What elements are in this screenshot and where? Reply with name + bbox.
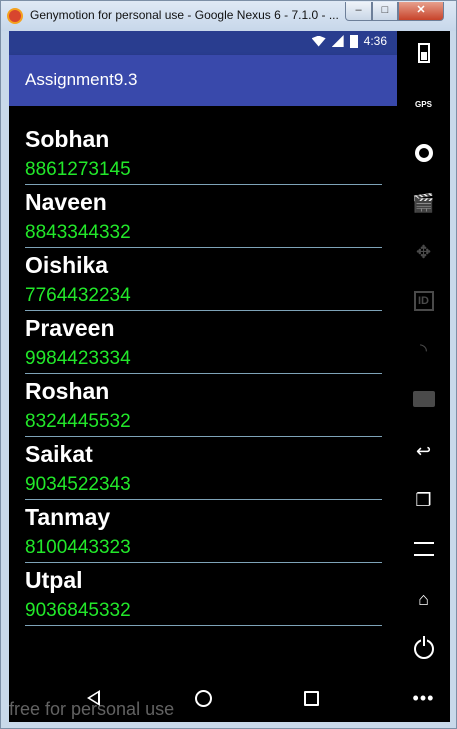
id-icon: ID: [413, 291, 434, 311]
webcam-widget-button[interactable]: [403, 137, 444, 169]
battery-icon: [349, 34, 358, 48]
home-icon: ⌂: [418, 588, 429, 609]
window-title: Genymotion for personal use - Google Nex…: [30, 8, 339, 22]
power-button[interactable]: [403, 633, 444, 665]
emulator-toolbar: GPS 🎬 ✥ ID ◝ ↩ ❐ ⌂ •••: [397, 31, 450, 722]
contact-phone: 8100443323: [25, 537, 131, 558]
contact-item[interactable]: Oishika 7764432234: [25, 248, 382, 311]
emulator-window: Genymotion for personal use - Google Nex…: [0, 0, 457, 729]
maximize-button[interactable]: □: [372, 2, 398, 21]
sms-widget-button[interactable]: [403, 383, 444, 415]
clapperboard-icon: 🎬: [412, 192, 435, 213]
contact-name: Praveen: [25, 315, 115, 341]
webcam-icon: [414, 144, 433, 162]
contact-name: Saikat: [25, 441, 93, 467]
back-button[interactable]: ↩: [403, 435, 444, 467]
window-titlebar[interactable]: Genymotion for personal use - Google Nex…: [1, 1, 456, 31]
rss-icon: ◝: [420, 339, 427, 360]
app-title: Assignment9.3: [25, 70, 138, 89]
dpad-icon: ✥: [415, 241, 432, 262]
gps-widget-button[interactable]: GPS: [403, 88, 444, 120]
contact-name: Tanmay: [25, 504, 111, 530]
cast-widget-button[interactable]: ◝: [403, 334, 444, 366]
contact-name: Utpal: [25, 567, 83, 593]
capture-widget-button[interactable]: 🎬: [403, 187, 444, 219]
minimize-button[interactable]: –: [345, 2, 372, 21]
contact-item[interactable]: Roshan 8324445532: [25, 374, 382, 437]
contact-item[interactable]: Utpal 9036845332: [25, 563, 382, 626]
identifier-widget-button[interactable]: ID: [403, 285, 444, 317]
close-button[interactable]: ✕: [398, 2, 444, 21]
more-button[interactable]: •••: [403, 682, 444, 714]
more-icon: •••: [412, 687, 435, 708]
contact-name: Naveen: [25, 189, 107, 215]
status-time: 4:36: [363, 34, 387, 48]
contact-phone: 8324445532: [25, 411, 131, 432]
wifi-icon: [311, 35, 326, 47]
contact-phone: 8861273145: [25, 159, 131, 180]
device-screen: 4:36 Assignment9.3 Sobhan 8861273145 Nav…: [9, 31, 397, 722]
dpad-widget-button[interactable]: ✥: [403, 236, 444, 268]
contact-phone: 8843344332: [25, 222, 131, 243]
contact-item[interactable]: Naveen 8843344332: [25, 185, 382, 248]
back-arrow-icon: ↩: [415, 440, 432, 461]
contact-item[interactable]: Saikat 9034522343: [25, 437, 382, 500]
home-button[interactable]: ⌂: [403, 583, 444, 615]
nav-recents-icon[interactable]: [304, 691, 319, 706]
status-bar: 4:36: [9, 31, 397, 55]
status-icons: 4:36: [311, 34, 387, 48]
contact-item[interactable]: Sobhan 8861273145: [25, 122, 382, 185]
watermark-text: free for personal use: [9, 699, 175, 719]
contact-name: Oishika: [25, 252, 109, 278]
sms-icon: [412, 391, 435, 407]
recent-apps-icon: ❐: [415, 489, 432, 510]
contact-name: Sobhan: [25, 126, 110, 152]
battery-widget-button[interactable]: [403, 37, 444, 69]
nav-home-icon[interactable]: [195, 690, 212, 707]
menu-button[interactable]: [403, 533, 444, 565]
gps-icon: GPS: [415, 99, 432, 109]
signal-icon: [331, 35, 344, 47]
menu-icon: [413, 542, 434, 556]
power-icon: [413, 636, 434, 659]
contact-phone: 9984423334: [25, 348, 131, 369]
contact-phone: 9034522343: [25, 474, 131, 495]
contact-item[interactable]: Praveen 9984423334: [25, 311, 382, 374]
contact-phone: 9036845332: [25, 600, 131, 621]
recent-apps-button[interactable]: ❐: [403, 484, 444, 516]
contact-list[interactable]: Sobhan 8861273145 Naveen 8843344332 Oish…: [9, 122, 397, 626]
contact-phone: 7764432234: [25, 285, 131, 306]
app-bar: Assignment9.3: [9, 55, 397, 106]
contact-name: Roshan: [25, 378, 110, 404]
battery-icon: [417, 43, 430, 63]
genymotion-app-icon: [7, 8, 23, 24]
contact-item[interactable]: Tanmay 8100443323: [25, 500, 382, 563]
